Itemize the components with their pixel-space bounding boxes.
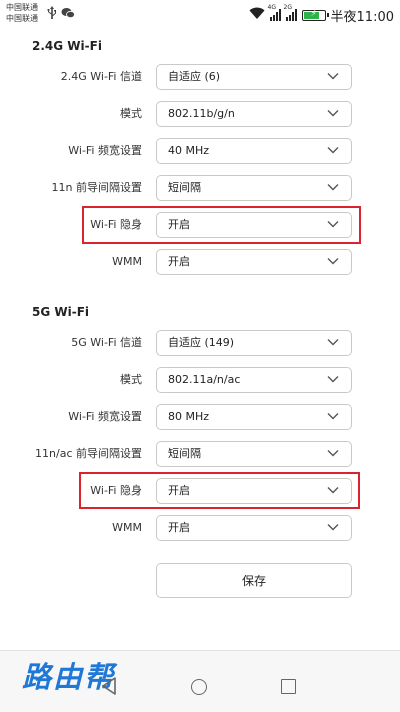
signal-icon-sim2: 2G [284,4,297,21]
network-type-sim2: 2G [283,4,292,11]
section-title-5g: 5G Wi-Fi [32,305,90,319]
dropdown-value: 开启 [168,255,190,268]
chevron-down-icon [327,413,339,420]
chevron-down-icon [327,184,339,191]
save-button[interactable]: 保存 [156,563,352,598]
chevron-down-icon [327,376,339,383]
wifi5-dropdown[interactable]: 自适应 (149) [156,330,352,356]
wifi5-dropdown[interactable]: 80 MHz [156,404,352,430]
carrier-2: 中国联通 [6,14,38,23]
setting-label: 模式 [120,107,142,120]
signal-icon-sim1: 4G [268,4,281,21]
setting-label: WMM [112,521,142,534]
clock: 半夜11:00 [330,9,394,25]
wifi24-row: WMM 开启 [0,249,400,275]
wifi5-row: 5G Wi-Fi 信道 自适应 (149) [0,330,400,356]
dropdown-value: 802.11a/n/ac [168,373,241,386]
status-bar: 中国联通 中国联通 4G 2G ⚡ 半夜11:00 [0,0,400,30]
wifi-icon [249,7,265,23]
wifi24-dropdown[interactable]: 40 MHz [156,138,352,164]
status-right: 4G 2G ⚡ 半夜11:00 [249,4,394,25]
setting-label: WMM [112,255,142,268]
setting-label: 11n/ac 前导间隔设置 [35,447,142,460]
wifi24-row: 11n 前导间隔设置 短间隔 [0,175,400,201]
setting-label: Wi-Fi 频宽设置 [68,410,142,423]
wifi5-row: WMM 开启 [0,515,400,541]
wifi24-row: Wi-Fi 频宽设置 40 MHz [0,138,400,164]
wifi24-dropdown[interactable]: 802.11b/g/n [156,101,352,127]
home-icon[interactable] [191,679,207,695]
setting-label: Wi-Fi 频宽设置 [68,144,142,157]
wifi5-dropdown[interactable]: 短间隔 [156,441,352,467]
wifi5-row: 11n/ac 前导间隔设置 短间隔 [0,441,400,467]
dropdown-value: 短间隔 [168,181,201,194]
dropdown-value: 40 MHz [168,144,210,157]
chevron-down-icon [327,258,339,265]
dropdown-value: 80 MHz [168,410,210,423]
recent-apps-icon[interactable] [281,679,296,694]
setting-label: 11n 前导间隔设置 [51,181,142,194]
carrier-labels: 中国联通 中国联通 [6,2,38,24]
highlight-box-5g-hidden [79,472,360,509]
chevron-down-icon [327,147,339,154]
wifi5-row: 模式 802.11a/n/ac [0,367,400,393]
wifi5-row: Wi-Fi 频宽设置 80 MHz [0,404,400,430]
carrier-1: 中国联通 [6,3,38,12]
wifi24-row: 模式 802.11b/g/n [0,101,400,127]
dropdown-value: 自适应 (6) [168,70,221,83]
network-type-sim1: 4G [267,4,276,11]
dropdown-value: 自适应 (149) [168,336,235,349]
wifi24-dropdown[interactable]: 开启 [156,249,352,275]
chevron-down-icon [327,110,339,117]
dropdown-value: 802.11b/g/n [168,107,235,120]
wifi24-dropdown[interactable]: 自适应 (6) [156,64,352,90]
chevron-down-icon [327,524,339,531]
section-title-24g: 2.4G Wi-Fi [32,39,102,53]
dropdown-value: 短间隔 [168,447,201,460]
battery-icon: ⚡ [301,8,329,21]
dropdown-value: 开启 [168,521,190,534]
wifi5-dropdown[interactable]: 802.11a/n/ac [156,367,352,393]
usb-icon [47,6,61,22]
wechat-icon [61,8,75,22]
charging-icon: ⚡ [310,8,317,19]
highlight-box-24g-hidden [82,206,361,244]
chevron-down-icon [327,450,339,457]
setting-label: 5G Wi-Fi 信道 [71,336,142,349]
chevron-down-icon [327,73,339,80]
chevron-down-icon [327,339,339,346]
setting-label: 2.4G Wi-Fi 信道 [60,70,142,83]
back-icon[interactable] [101,677,117,695]
wifi5-dropdown[interactable]: 开启 [156,515,352,541]
wifi24-row: 2.4G Wi-Fi 信道 自适应 (6) [0,64,400,90]
setting-label: 模式 [120,373,142,386]
wifi24-dropdown[interactable]: 短间隔 [156,175,352,201]
notification-icons [47,6,75,22]
